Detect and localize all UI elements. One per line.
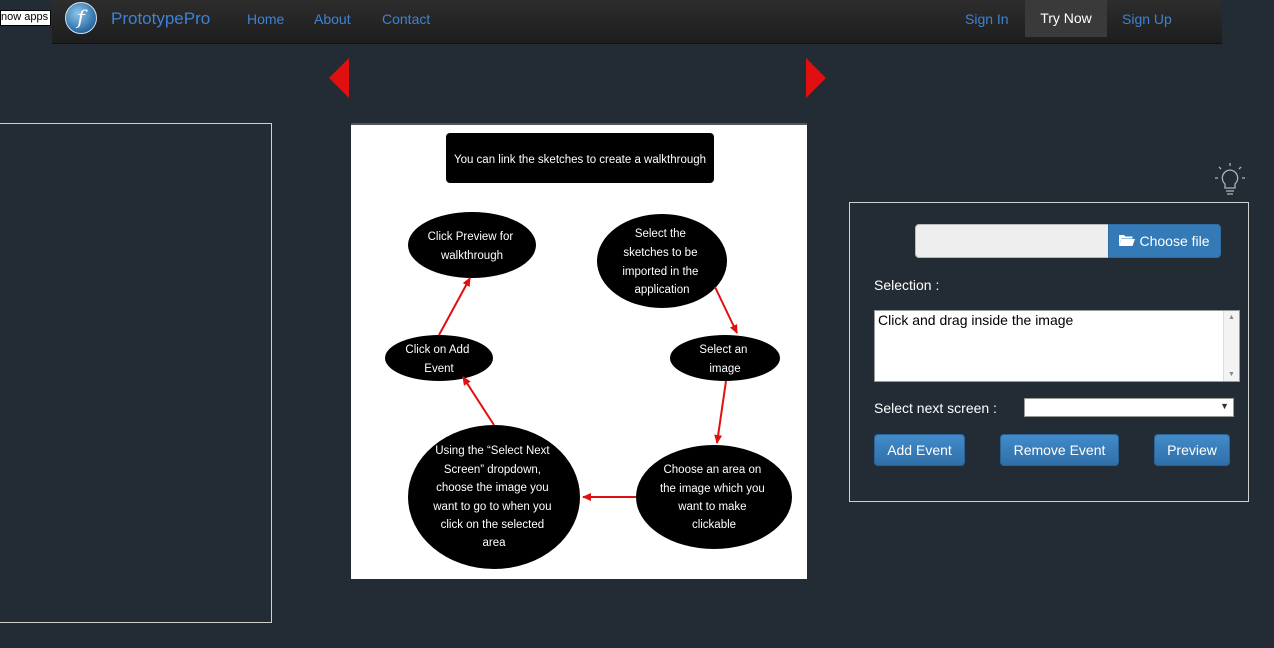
- next-screen-select[interactable]: ▼: [1024, 398, 1234, 417]
- file-path-input[interactable]: [915, 224, 1110, 258]
- step-choose-area-ellipse: [636, 445, 792, 549]
- image-canvas[interactable]: You can link the sketches to create a wa…: [351, 123, 807, 579]
- textarea-scrollbar[interactable]: ▲ ▼: [1223, 311, 1239, 381]
- walkthrough-diagram: You can link the sketches to create a wa…: [385, 133, 792, 569]
- lightbulb-icon[interactable]: [1212, 162, 1248, 198]
- nav-about[interactable]: About: [314, 11, 351, 27]
- nav-sign-up[interactable]: Sign Up: [1122, 11, 1172, 27]
- nav-home[interactable]: Home: [247, 11, 284, 27]
- logo-icon[interactable]: f: [65, 2, 97, 34]
- preview-button[interactable]: Preview: [1154, 434, 1230, 466]
- next-arrow-icon[interactable]: [806, 58, 826, 98]
- selection-text: Click and drag inside the image: [878, 312, 1074, 328]
- nav-try-now[interactable]: Try Now: [1025, 0, 1107, 37]
- scroll-down-icon[interactable]: ▼: [1224, 371, 1239, 378]
- chevron-down-icon: ▼: [1220, 401, 1229, 411]
- previous-arrow-icon[interactable]: [329, 58, 349, 98]
- selection-textarea[interactable]: Click and drag inside the image ▲ ▼: [874, 310, 1240, 382]
- selection-label: Selection :: [874, 277, 940, 293]
- nav-sign-in[interactable]: Sign In: [965, 11, 1009, 27]
- next-screen-label: Select next screen :: [874, 400, 997, 416]
- show-apps-tab[interactable]: now apps: [0, 10, 52, 26]
- step-preview-ellipse: [408, 212, 536, 278]
- add-event-button[interactable]: Add Event: [874, 434, 965, 466]
- folder-open-icon: [1119, 233, 1136, 249]
- thumbnail-panel: [0, 123, 272, 623]
- brand-name[interactable]: PrototypePro: [111, 9, 210, 29]
- nav-contact[interactable]: Contact: [382, 11, 430, 27]
- remove-event-button[interactable]: Remove Event: [1000, 434, 1119, 466]
- scroll-up-icon[interactable]: ▲: [1224, 314, 1239, 321]
- diagram-header-text: You can link the sketches to create a wa…: [454, 154, 706, 166]
- event-panel: Choose file Selection : Click and drag i…: [849, 202, 1249, 502]
- choose-file-label: Choose file: [1139, 233, 1210, 249]
- choose-file-button[interactable]: Choose file: [1108, 224, 1221, 258]
- navbar: f PrototypePro Home About Contact Sign I…: [52, 0, 1222, 44]
